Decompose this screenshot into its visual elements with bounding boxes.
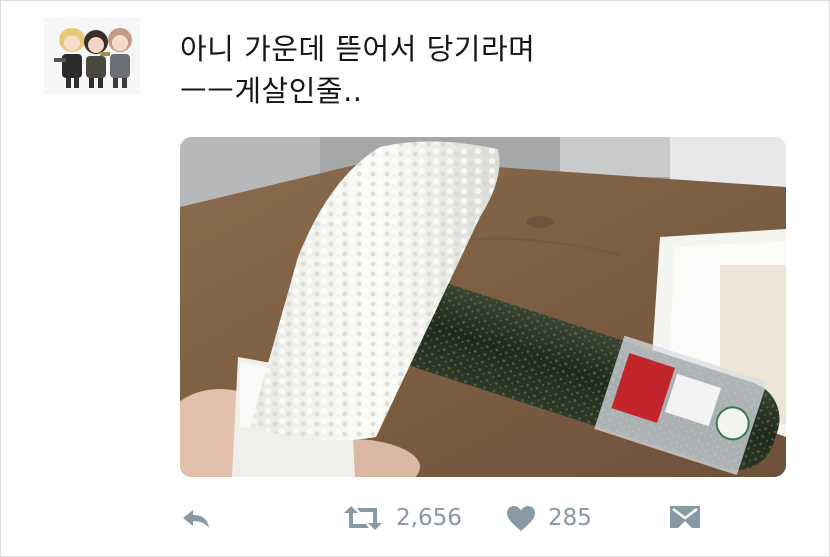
tweet-text: 아니 가운데 뜯어서 당기라며 ㅡㅡ게살인줄.. [180, 28, 780, 112]
retweet-button[interactable]: 2,656 [342, 500, 462, 536]
direct-message-button[interactable] [668, 500, 702, 536]
like-button[interactable]: 285 [506, 500, 592, 536]
retweet-icon [344, 506, 382, 530]
tweet-text-line-2: ㅡㅡ게살인줄.. [180, 74, 363, 108]
like-count: 285 [548, 505, 592, 531]
avatar[interactable] [44, 18, 140, 94]
heart-icon [507, 505, 535, 531]
reply-icon [183, 510, 209, 528]
tweet-media-photo[interactable] [180, 137, 786, 477]
tweet-text-line-1: 아니 가운데 뜯어서 당기라며 [180, 32, 536, 66]
reply-button[interactable] [180, 500, 212, 536]
direct-message-icon [670, 506, 700, 528]
retweet-count: 2,656 [396, 505, 462, 531]
tweet-actions: 2,656 285 [180, 500, 740, 536]
kimbap-photo [180, 137, 786, 477]
avatar-illustration [44, 18, 140, 94]
